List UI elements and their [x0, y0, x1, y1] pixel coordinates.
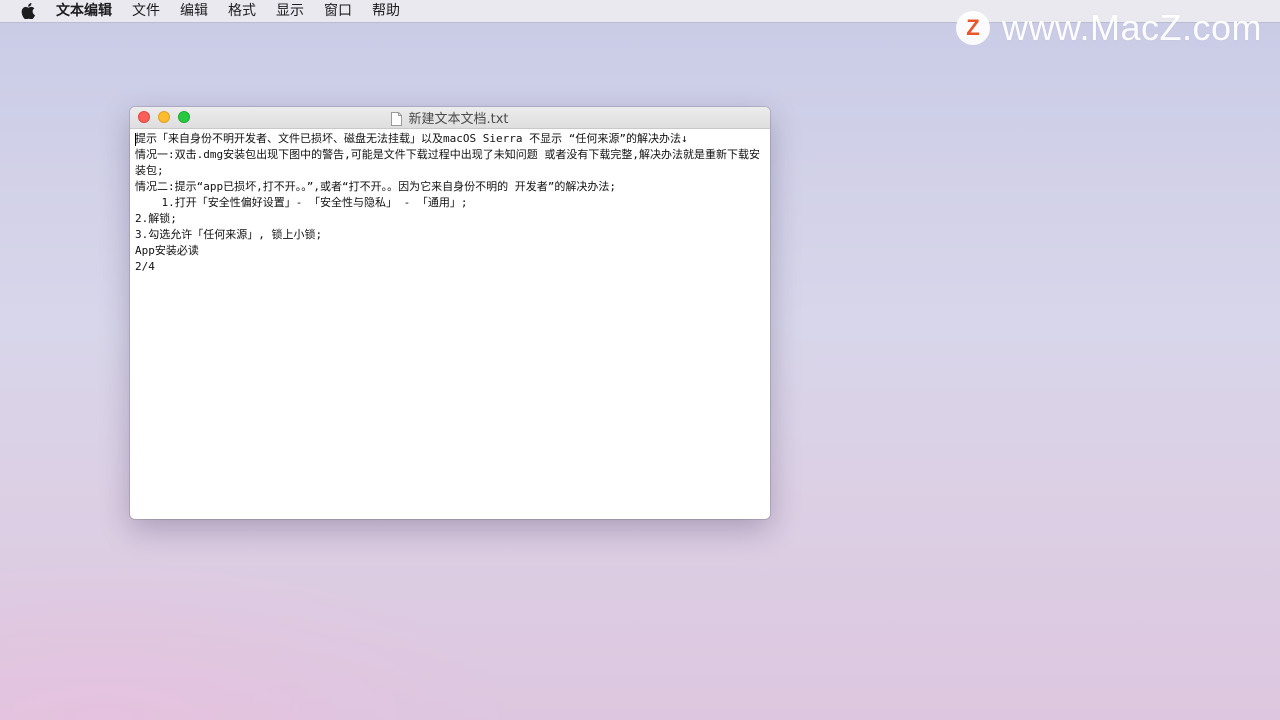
window-title-area: 新建文本文档.txt — [130, 107, 770, 128]
desktop-background-glow — [0, 560, 520, 720]
document-line: 1.打开「安全性偏好设置」- 「安全性与隐私」 - 「通用」; — [135, 196, 468, 209]
apple-icon[interactable] — [20, 3, 36, 19]
menu-view[interactable]: 显示 — [266, 0, 314, 22]
document-line: App安装必读 — [135, 244, 199, 257]
textedit-window: 新建文本文档.txt 提示「来自身份不明开发者、文件已损坏、磁盘无法挂载」以及m… — [130, 107, 770, 519]
document-line: 情况一:双击.dmg安装包出现下图中的警告,可能是文件下载过程中出现了未知问题 … — [135, 148, 760, 177]
menu-file[interactable]: 文件 — [122, 0, 170, 22]
document-line: 2.解锁; — [135, 212, 177, 225]
macz-logo-icon: Z — [955, 11, 990, 45]
menu-app-textedit[interactable]: 文本编辑 — [46, 0, 122, 22]
text-document-icon — [391, 111, 403, 126]
document-line: 情况二:提示“app已损坏,打不开。。”,或者“打不开。。因为它来自身份不明的 … — [135, 180, 616, 193]
document-text-area[interactable]: 提示「来自身份不明开发者、文件已损坏、磁盘无法挂载」以及macOS Sierra… — [130, 129, 770, 277]
close-window-button[interactable] — [138, 111, 150, 123]
text-cursor — [135, 133, 136, 146]
window-titlebar[interactable]: 新建文本文档.txt — [130, 107, 770, 129]
document-line: 提示「来自身份不明开发者、文件已损坏、磁盘无法挂载」以及macOS Sierra… — [135, 132, 688, 145]
menu-window[interactable]: 窗口 — [314, 0, 362, 22]
watermark: Z www.MacZ.com — [955, 7, 1262, 48]
document-line: 3.勾选允许「任何来源」, 锁上小锁; — [135, 228, 323, 241]
minimize-window-button[interactable] — [158, 111, 170, 123]
menu-help[interactable]: 帮助 — [362, 0, 410, 22]
watermark-logo-letter: Z — [966, 15, 980, 40]
menu-format[interactable]: 格式 — [218, 0, 266, 22]
menu-edit[interactable]: 编辑 — [170, 0, 218, 22]
window-title: 新建文本文档.txt — [408, 112, 509, 127]
zoom-window-button[interactable] — [178, 111, 190, 123]
document-line: 2/4 — [135, 260, 155, 273]
watermark-text: www.MacZ.com — [1001, 7, 1262, 48]
window-controls — [138, 111, 198, 123]
